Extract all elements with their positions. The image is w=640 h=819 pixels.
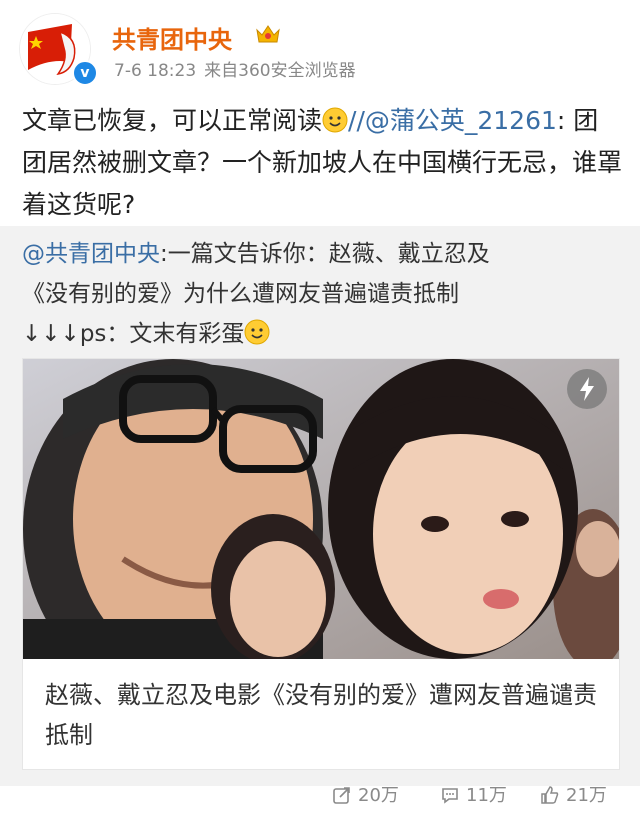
username[interactable]: 共青团中央	[112, 20, 232, 55]
article-card[interactable]: 赵薇、戴立忍及电影《没有别的爱》遭网友普遍谴责抵制	[22, 358, 620, 770]
source-label: 来自360安全浏览器	[204, 61, 356, 81]
comment-button[interactable]: 11万	[440, 784, 507, 808]
like-count: 21万	[566, 785, 607, 806]
crown-icon	[256, 25, 280, 43]
comment-icon	[442, 788, 458, 804]
timestamp: 7-6 18:23	[114, 61, 197, 81]
article-photo[interactable]	[23, 359, 619, 659]
repost-text-line-1: :一篇文告诉你：赵薇、戴立忍及	[160, 241, 490, 267]
like-button[interactable]: 21万	[540, 784, 607, 808]
smile-emoji-icon	[322, 107, 348, 133]
repost-count: 20万	[358, 785, 399, 806]
post-meta: 7-6 18:23 来自360安全浏览器	[114, 56, 356, 81]
smile-emoji-icon	[244, 319, 270, 345]
flash-icon[interactable]	[567, 369, 607, 409]
mention-link[interactable]: //@蒲公英_21261	[348, 106, 557, 135]
selfie-photo	[23, 359, 619, 659]
action-bar: 20万 11万 21万	[0, 776, 640, 819]
repost-icon	[333, 787, 350, 804]
article-title[interactable]: 赵薇、戴立忍及电影《没有别的爱》遭网友普遍谴责抵制	[45, 675, 601, 755]
post-text: 文章已恢复，可以正常阅读	[22, 106, 323, 135]
repost-text: @共青团中央:一篇文告诉你：赵薇、戴立忍及 《没有别的爱》为什么遭网友普遍谴责抵…	[22, 234, 622, 354]
repost-mention-link[interactable]: @共青团中央	[22, 241, 160, 267]
verified-badge-icon: v	[72, 60, 98, 86]
repost-block[interactable]: @共青团中央:一篇文告诉你：赵薇、戴立忍及 《没有别的爱》为什么遭网友普遍谴责抵…	[0, 226, 640, 786]
post-header: v 共青团中央 7-6 18:23 来自360安全浏览器	[0, 0, 640, 96]
comment-count: 11万	[466, 785, 507, 806]
thumbs-up-icon	[541, 786, 559, 804]
repost-text-line-2: 《没有别的爱》为什么遭网友普遍谴责抵制	[22, 281, 459, 307]
repost-text-line-3: ↓↓↓ps：文末有彩蛋	[22, 321, 245, 347]
post-body: 文章已恢复，可以正常阅读//@蒲公英_21261: 团团居然被删文章？一个新加坡…	[22, 100, 622, 226]
repost-button[interactable]: 20万	[332, 784, 399, 808]
